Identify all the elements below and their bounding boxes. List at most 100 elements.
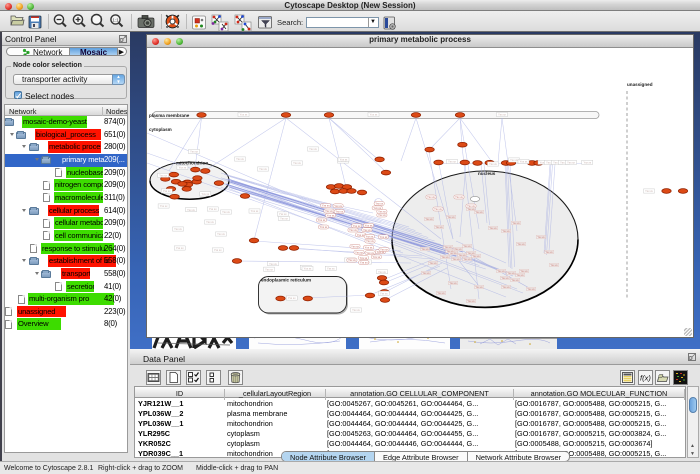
svg-text:Yxx xx: Yxx xx [327,267,335,271]
svg-text:plasma membrane: plasma membrane [149,113,190,118]
svg-text:Yxx xx: Yxx xx [507,272,515,275]
svg-text:Yxx xx: Yxx xx [502,286,510,289]
svg-text:Yxx xx: Yxx xx [447,216,455,219]
svg-text:Yxx xx: Yxx xx [448,160,456,164]
svg-text:Yxx xx: Yxx xx [567,161,575,165]
svg-text:Yxx xx: Yxx xx [497,270,505,273]
svg-text:Yxx xx: Yxx xx [378,270,386,274]
svg-text:Yxx xx: Yxx xx [304,267,312,271]
svg-text:Yxx xx: Yxx xx [160,204,168,208]
svg-text:Yxx xx: Yxx xx [517,243,525,246]
svg-text:Yxx xx: Yxx xx [325,209,333,213]
svg-text:Yxx xx: Yxx xx [455,195,463,199]
svg-text:Yxx xx: Yxx xx [360,261,368,265]
svg-text:Yxx xx: Yxx xx [366,251,374,255]
svg-text:Yxx xx: Yxx xx [373,255,381,259]
svg-text:Yxx xx: Yxx xx [365,223,373,227]
svg-text:Yxx xx: Yxx xx [187,208,195,212]
svg-text:Yxx xx: Yxx xx [335,210,343,214]
svg-text:endoplasmic reticulum: endoplasmic reticulum [261,278,311,283]
svg-text:Yxx xx: Yxx xx [378,210,386,214]
svg-text:Yxx xx: Yxx xx [375,202,383,206]
svg-text:nucleus: nucleus [478,171,496,176]
svg-text:Yxx xx: Yxx xx [463,245,471,248]
svg-text:Yxx xx: Yxx xx [159,174,167,178]
svg-text:Yxx xx: Yxx xx [365,235,373,239]
svg-text:Yxx xx: Yxx xx [240,113,248,117]
svg-text:Yxx xx: Yxx xx [475,286,483,289]
svg-text:Yxx xx: Yxx xx [353,224,361,228]
svg-text:Yxx xx: Yxx xx [510,158,518,162]
svg-text:Yxx xx: Yxx xx [370,113,378,117]
svg-text:Yxx xx: Yxx xx [380,235,388,239]
svg-text:Yxx xx: Yxx xx [380,248,388,252]
svg-text:Yxx xx: Yxx xx [449,282,457,285]
svg-text:Yxx xx: Yxx xx [446,250,454,253]
svg-text:Yxx xx: Yxx xx [511,279,519,282]
svg-text:Yxx xx: Yxx xx [501,277,509,280]
svg-text:Yxx xx: Yxx xx [309,147,317,151]
svg-text:Yxx xx: Yxx xx [214,248,222,252]
svg-text:Yxx xx: Yxx xx [251,209,259,213]
svg-text:Yxx xx: Yxx xx [349,228,357,232]
svg-text:cytoplasm: cytoplasm [149,127,172,132]
svg-text:Yxx xx: Yxx xx [288,296,296,300]
svg-text:Yxx xx: Yxx xx [475,211,483,214]
svg-text:Yxx xx: Yxx xx [174,227,182,231]
svg-text:Yxx xx: Yxx xx [222,210,230,214]
svg-text:Yxx xx: Yxx xx [435,226,443,229]
svg-text:Yxx xx: Yxx xx [351,244,359,248]
svg-text:Yxx xx: Yxx xx [452,258,460,261]
svg-text:Yxx xx: Yxx xx [259,167,267,171]
svg-text:Yxx xx: Yxx xx [365,246,373,250]
svg-text:Yxx xx: Yxx xx [280,217,288,221]
svg-text:Yxx xx: Yxx xx [489,162,497,166]
svg-text:Yxx xx: Yxx xx [293,161,301,165]
svg-text:Yxx xx: Yxx xx [516,274,524,277]
svg-text:Yxx xx: Yxx xx [502,230,510,233]
svg-text:Yxx xx: Yxx xx [380,291,388,295]
svg-text:Yxx xx: Yxx xx [209,207,217,211]
svg-text:Yxx xx: Yxx xx [269,262,277,266]
svg-text:Yxx xx: Yxx xx [422,272,430,275]
svg-text:Yxx xx: Yxx xx [357,233,365,237]
svg-text:Yxx xx: Yxx xx [458,254,466,257]
svg-text:Yxx xx: Yxx xx [429,262,437,265]
svg-text:Yxx xx: Yxx xx [550,264,558,267]
svg-text:Yxx xx: Yxx xx [537,236,545,239]
svg-text:Yxx xx: Yxx xx [437,292,445,295]
svg-text:Yxx xx: Yxx xx [320,225,328,229]
svg-text:Yxx xx: Yxx xx [279,212,287,216]
svg-text:Yxx xx: Yxx xx [179,166,187,170]
svg-text:Yxx xx: Yxx xx [318,218,326,222]
svg-text:Yxx xx: Yxx xx [545,251,553,254]
svg-text:f(x): f(x) [640,374,651,383]
svg-text:Yxx xx: Yxx xx [454,248,462,251]
svg-text:Yxx xx: Yxx xx [472,255,480,258]
svg-text:Yxx xx: Yxx xx [520,270,528,273]
svg-text:Yxx xx: Yxx xx [645,189,653,193]
svg-text:Yxx xx: Yxx xx [441,256,449,259]
svg-text:Yxx xx: Yxx xx [334,204,342,208]
svg-text:Yxx xx: Yxx xx [363,228,371,232]
svg-text:Yxx xx: Yxx xx [583,161,591,165]
svg-text:Yxx xx: Yxx xx [355,250,363,254]
svg-text:Yxx xx: Yxx xx [360,256,368,260]
svg-text:Yxx xx: Yxx xx [434,207,442,211]
svg-text:Yxx xx: Yxx xx [520,160,528,164]
svg-text:Yxx xx: Yxx xx [348,258,356,262]
svg-text:Yxx xx: Yxx xx [352,308,360,312]
svg-text:Yxx xx: Yxx xx [444,246,452,249]
svg-text:unassigned: unassigned [627,82,653,87]
svg-text:Yxx xx: Yxx xx [427,195,435,199]
svg-text:Yxx xx: Yxx xx [421,248,429,251]
svg-text:Yxx xx: Yxx xx [366,239,374,243]
svg-text:Yxx xx: Yxx xx [425,218,433,221]
svg-text:Yxx xx: Yxx xx [322,204,330,208]
svg-text:Yxx xx: Yxx xx [265,267,273,271]
svg-text:Yxx xx: Yxx xx [190,150,198,154]
svg-text:Yxx xx: Yxx xx [206,220,214,224]
svg-text:Yxx xx: Yxx xx [176,246,184,250]
svg-text:Yxx xx: Yxx xx [201,192,209,196]
svg-text:Yxx xx: Yxx xx [498,113,506,117]
